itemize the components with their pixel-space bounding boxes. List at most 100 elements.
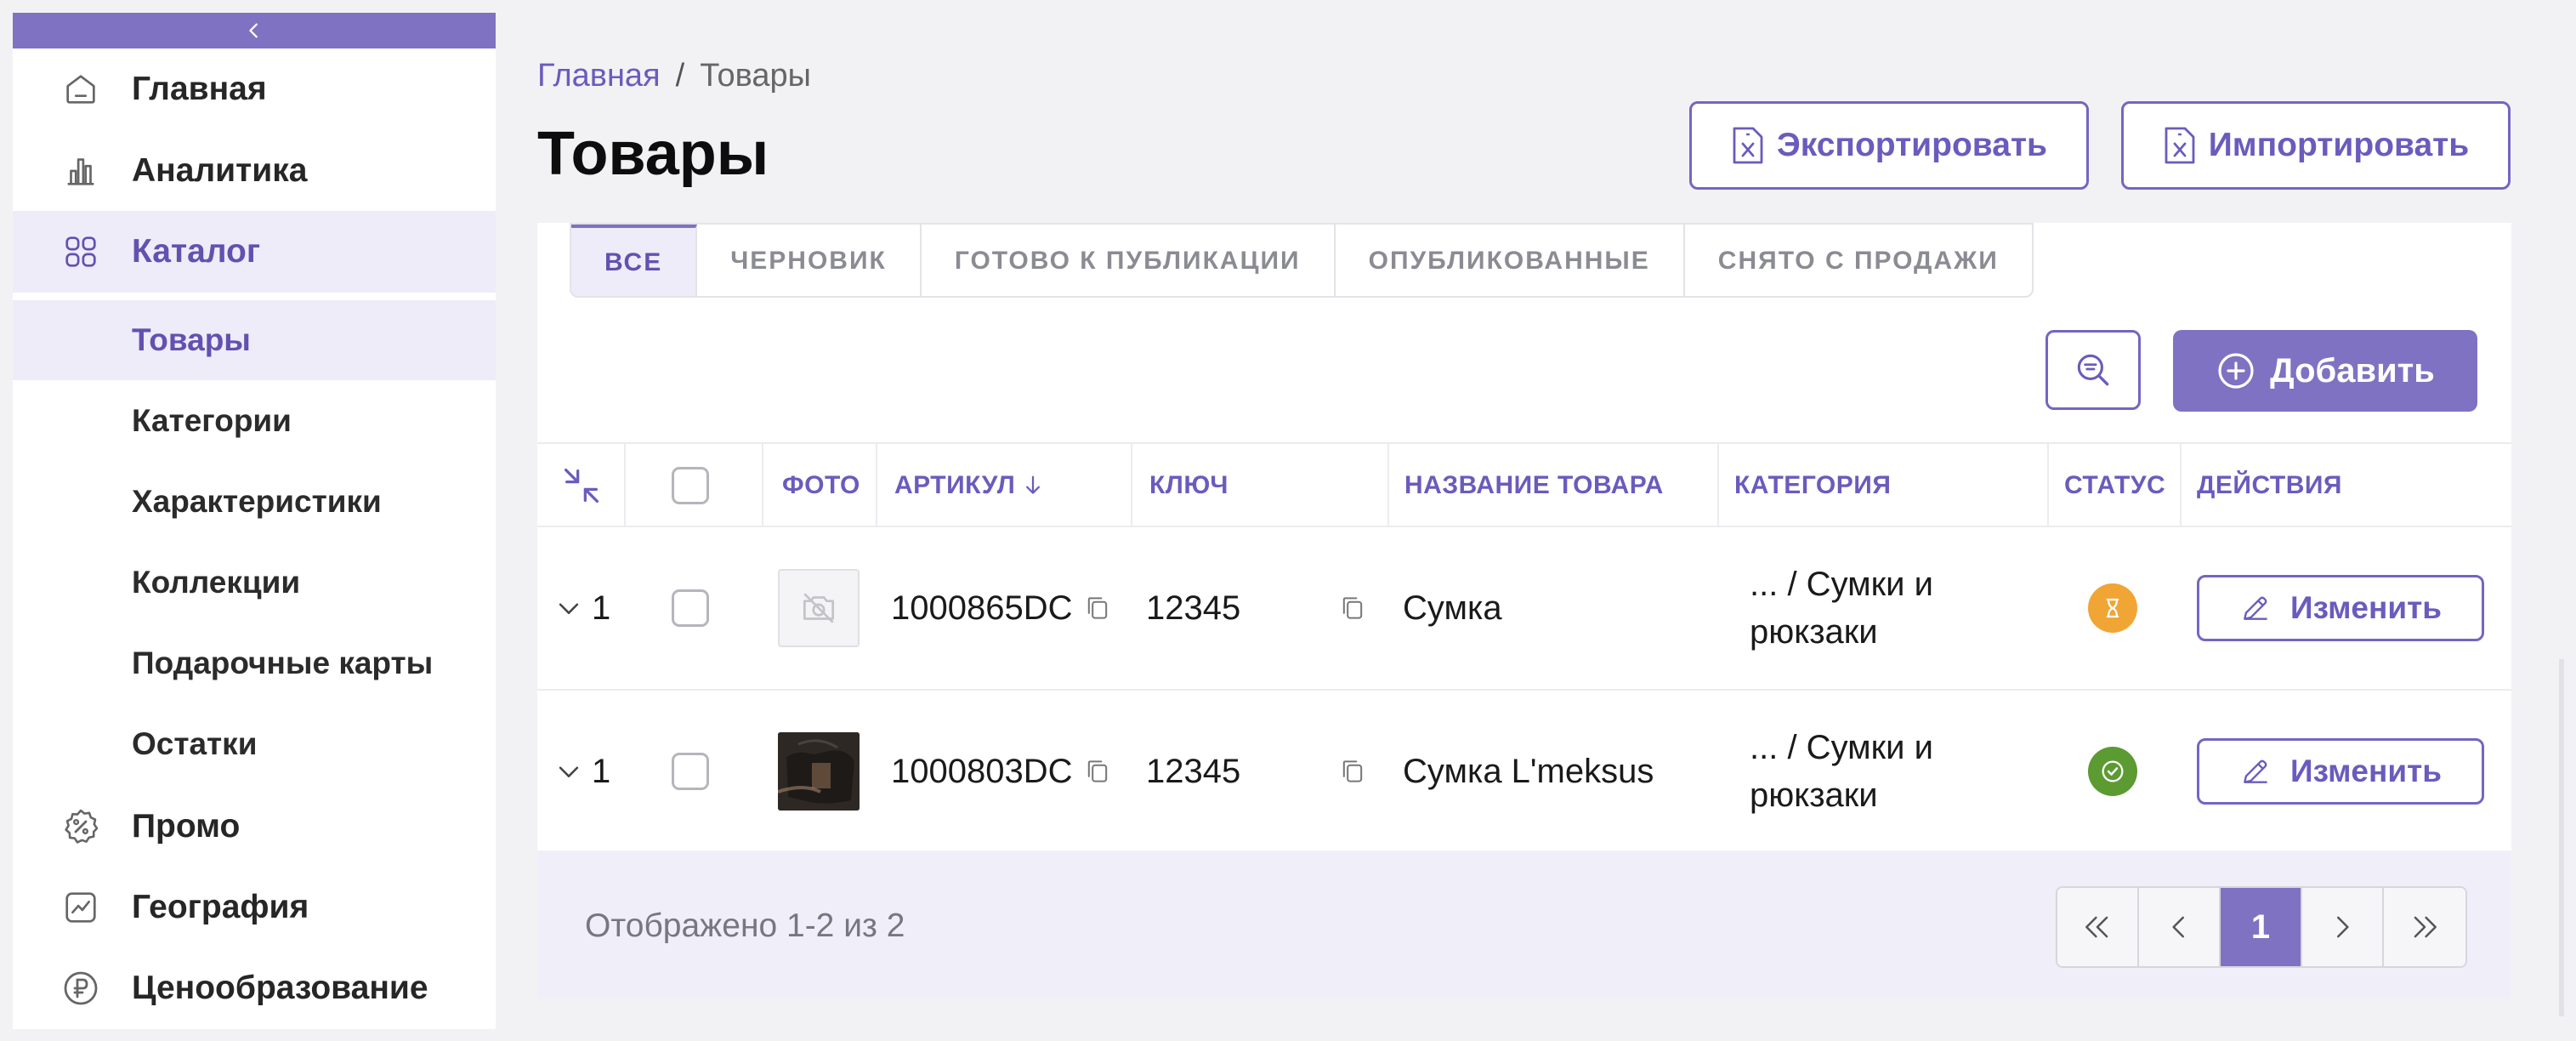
- edit-button[interactable]: Изменить: [2197, 738, 2484, 805]
- category-cell: ... / Сумки и рюкзаки: [1750, 527, 1933, 689]
- sidebar-item-label: Ценообразование: [132, 970, 428, 1006]
- tab-ready-to-publish[interactable]: ГОТОВО К ПУБЛИКАЦИИ: [921, 225, 1336, 296]
- product-name: Сумка L'meksus: [1403, 752, 1654, 790]
- column-key: КЛЮЧ: [1149, 471, 1228, 499]
- sidebar-item-label: География: [132, 889, 309, 925]
- add-product-button[interactable]: Добавить: [2173, 330, 2477, 412]
- sidebar-subitem-label: Товары: [132, 322, 251, 357]
- edit-button-label: Изменить: [2290, 590, 2442, 625]
- category-path: ... / Сумки и: [1750, 566, 1933, 603]
- column-sku-label: АРТИКУЛ: [894, 471, 1016, 499]
- sku-cell: 1000803DC: [891, 691, 1110, 852]
- status-badge: [2088, 527, 2137, 689]
- sidebar-subitem-label: Категории: [132, 403, 292, 438]
- home-icon: [60, 68, 102, 111]
- category-path: ... / Сумки и: [1750, 729, 1933, 766]
- sidebar-subitem-stock[interactable]: Остатки: [13, 704, 496, 784]
- sku-cell: 1000865DC: [891, 527, 1110, 689]
- excel-file-icon: [2165, 127, 2195, 164]
- tab-all[interactable]: ВСЕ: [571, 225, 698, 296]
- key-copy[interactable]: [1340, 527, 1365, 689]
- trend-chart-icon: [60, 886, 102, 929]
- copy-icon[interactable]: [1085, 758, 1110, 785]
- copy-icon: [1342, 597, 1363, 619]
- sidebar-subitem-label: Характеристики: [132, 484, 382, 519]
- pencil-icon: [2244, 596, 2267, 620]
- row-expand-toggle[interactable]: 1: [554, 527, 610, 689]
- sidebar-item-label: Каталог: [132, 233, 261, 270]
- tab-draft[interactable]: ЧЕРНОВИК: [697, 225, 922, 296]
- filter-search-button[interactable]: [2045, 330, 2141, 410]
- excel-file-icon: [1733, 127, 1763, 164]
- key-copy[interactable]: [1340, 691, 1365, 852]
- sidebar-item-geography[interactable]: География: [13, 867, 496, 948]
- table-footer: Отображено 1-2 из 2 1: [537, 852, 2511, 999]
- page-title: Товары: [537, 120, 769, 188]
- sidebar-item-pricing[interactable]: Ценообразование: [13, 947, 496, 1029]
- column-status: СТАТУС: [2064, 471, 2166, 499]
- sidebar-item-catalog[interactable]: Каталог: [13, 211, 496, 293]
- ruble-icon: [60, 967, 102, 1010]
- prev-page-button[interactable]: [2139, 888, 2221, 966]
- export-button[interactable]: Экспортировать: [1689, 101, 2089, 190]
- next-page-button[interactable]: [2302, 888, 2384, 966]
- key-value: 12345: [1146, 752, 1241, 790]
- sidebar-subitem-collections[interactable]: Коллекции: [13, 543, 496, 623]
- tab-published[interactable]: ОПУБЛИКОВАННЫЕ: [1335, 225, 1685, 296]
- pagination: 1: [2056, 886, 2467, 968]
- category-cell: ... / Сумки и рюкзаки: [1750, 691, 1933, 852]
- sidebar-item-analytics[interactable]: Аналитика: [13, 130, 496, 212]
- collapse-arrows-icon: [564, 468, 599, 503]
- chevron-right-icon: [2336, 916, 2349, 938]
- copy-icon: [1342, 760, 1363, 782]
- tab-removed-from-sale[interactable]: СНЯТО С ПРОДАЖИ: [1684, 225, 2032, 296]
- edit-button[interactable]: Изменить: [2197, 575, 2484, 641]
- chevron-down-icon: [559, 766, 579, 777]
- column-photo: ФОТО: [782, 471, 860, 499]
- breadcrumb-home-link[interactable]: Главная: [537, 58, 661, 94]
- results-summary: Отображено 1-2 из 2: [585, 907, 905, 944]
- pencil-icon: [2244, 759, 2267, 783]
- status-tabs: ВСЕ ЧЕРНОВИК ГОТОВО К ПУБЛИКАЦИИ ОПУБЛИК…: [570, 223, 2034, 298]
- column-product-name: НАЗВАНИЕ ТОВАРА: [1404, 471, 1664, 499]
- sidebar-subitem-characteristics[interactable]: Характеристики: [13, 462, 496, 542]
- sidebar-item-promo[interactable]: Промо: [13, 786, 496, 868]
- page-scrollbar[interactable]: [2559, 659, 2564, 1016]
- page-button-current[interactable]: 1: [2221, 888, 2302, 966]
- copy-icon[interactable]: [1085, 594, 1110, 622]
- sort-down-icon: [1026, 475, 1041, 494]
- product-name: Сумка: [1403, 589, 1502, 627]
- double-chevron-right-icon: [2414, 916, 2437, 938]
- column-actions: ДЕЙСТВИЯ: [2197, 471, 2342, 499]
- first-page-button[interactable]: [2057, 888, 2139, 966]
- bar-chart-icon: [60, 150, 102, 192]
- select-all-checkbox[interactable]: [672, 444, 709, 527]
- sidebar-item-home[interactable]: Главная: [13, 48, 496, 130]
- breadcrumb: Главная / Товары: [537, 58, 811, 94]
- collapse-all-button[interactable]: [559, 444, 604, 527]
- products-panel: ВСЕ ЧЕРНОВИК ГОТОВО К ПУБЛИКАЦИИ ОПУБЛИК…: [537, 223, 2511, 854]
- status-badge: [2088, 691, 2137, 852]
- sidebar-collapse-button[interactable]: [13, 13, 496, 48]
- row-checkbox[interactable]: [672, 527, 709, 689]
- column-category: КАТЕГОРИЯ: [1734, 471, 1892, 499]
- table-row: 1 1000865DC 12345 Сумка ... / Сумки и рю…: [537, 527, 2511, 691]
- sidebar-subitem-categories[interactable]: Категории: [13, 381, 496, 461]
- import-button[interactable]: Импортировать: [2121, 101, 2511, 190]
- product-photo: [778, 527, 860, 689]
- row-expand-toggle[interactable]: 1: [554, 691, 610, 852]
- hourglass-icon: [2106, 598, 2119, 618]
- sku-value: 1000865DC: [891, 589, 1073, 627]
- sidebar-item-label: Аналитика: [132, 152, 308, 189]
- row-checkbox[interactable]: [672, 691, 709, 852]
- no-photo-icon: [803, 593, 835, 623]
- column-sku[interactable]: АРТИКУЛ: [894, 444, 1042, 527]
- chevron-down-icon: [559, 603, 579, 614]
- key-value: 12345: [1146, 589, 1241, 627]
- plus-circle-icon: [2218, 353, 2254, 389]
- grid-icon: [60, 230, 102, 273]
- last-page-button[interactable]: [2384, 888, 2465, 966]
- sidebar-subitem-products[interactable]: Товары: [13, 300, 496, 380]
- sidebar-subitem-gift-cards[interactable]: Подарочные карты: [13, 623, 496, 703]
- category-path-cont: рюкзаки: [1750, 776, 1878, 814]
